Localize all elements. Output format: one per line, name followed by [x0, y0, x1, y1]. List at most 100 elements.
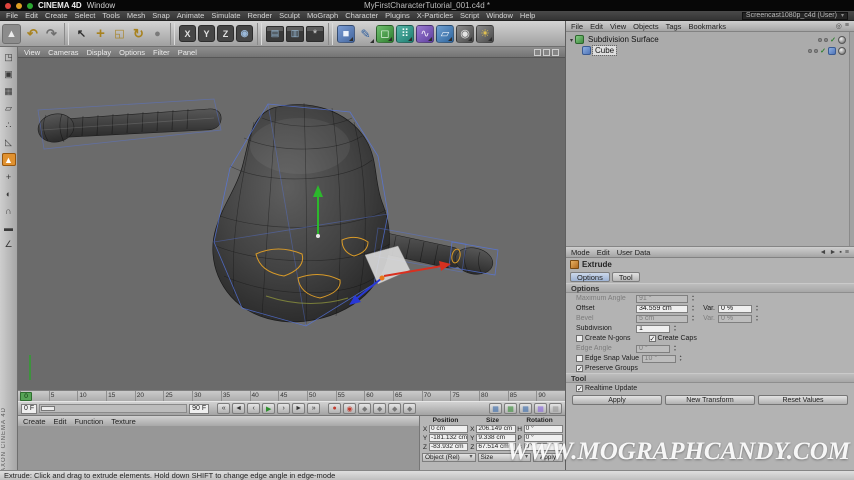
current-frame-field[interactable]: 0 F	[21, 403, 38, 414]
viewport-pane-toggle-icon-1[interactable]	[534, 48, 541, 56]
coordinate-system-button[interactable]: ◉	[236, 25, 253, 42]
menubar-item[interactable]: Help	[520, 11, 535, 20]
prev-key-button[interactable]: ◄	[232, 403, 246, 414]
play-button[interactable]: ▶	[262, 403, 276, 414]
object-manager-menu-item[interactable]: Tags	[666, 22, 682, 31]
points-mode-icon[interactable]: ∴	[2, 119, 16, 132]
attribute-menu-item[interactable]: Edit	[597, 248, 610, 257]
texture-mode-icon[interactable]: ▦	[2, 85, 16, 98]
add-spline-pen-button[interactable]: ✎	[356, 24, 375, 44]
undo-icon[interactable]: ↶	[23, 24, 42, 44]
render-visibility-dot[interactable]	[824, 37, 829, 42]
render-settings-button[interactable]: *	[306, 25, 324, 42]
attribute-menu-item[interactable]: Mode	[571, 248, 590, 257]
om-search-icon[interactable]: ◎	[836, 22, 842, 30]
menu-window[interactable]: Window	[87, 1, 115, 10]
menubar-item[interactable]: Render	[248, 11, 273, 20]
stepper-icon[interactable]	[754, 305, 760, 313]
viewport-menu-item[interactable]: View	[24, 48, 40, 57]
menubar-item[interactable]: Script	[460, 11, 479, 20]
rotate-tool-icon[interactable]: ↻	[129, 24, 148, 44]
menubar-item[interactable]: Create	[45, 11, 68, 20]
cube-tag-icon[interactable]	[828, 46, 836, 55]
apply-button[interactable]: Apply	[572, 395, 662, 405]
next-frame-button[interactable]: ›	[277, 403, 291, 414]
render-visibility-dot[interactable]	[814, 48, 819, 53]
tab-tool[interactable]: Tool	[611, 271, 640, 282]
enable-axis-icon[interactable]: +	[2, 170, 16, 183]
timeline-playhead[interactable]: 0	[20, 392, 32, 401]
viewport-pane-toggle-icon-3[interactable]	[552, 48, 559, 56]
live-selection-icon[interactable]: ↖	[72, 24, 91, 44]
phong-tag-icon[interactable]	[838, 46, 846, 55]
timeline-ruler[interactable]: 051015202530354045505560657075808590 0	[18, 390, 565, 401]
position-field[interactable]: -181.132 cm	[429, 434, 469, 442]
rotation-field[interactable]: 0 °	[523, 425, 563, 433]
smoothing-tag-icon[interactable]	[838, 35, 846, 44]
rotation-field[interactable]: 0 °	[523, 434, 563, 442]
am-options-icon[interactable]: ≡	[845, 249, 849, 256]
layout-dropdown[interactable]: Screencast1080p_c4d (User)	[741, 11, 848, 20]
material-manager-area[interactable]	[18, 426, 420, 470]
realtime-update-checkbox[interactable]	[576, 385, 583, 393]
history-back-icon[interactable]: ◄	[820, 249, 827, 256]
create-caps-checkbox[interactable]	[648, 335, 656, 343]
edge-angle-field[interactable]: 0 °	[636, 344, 670, 353]
playbar-option-icon-4[interactable]: ▦	[534, 403, 547, 414]
perspective-viewport[interactable]: View Cameras Display Options Filter Panel	[18, 47, 565, 390]
editor-visibility-dot[interactable]	[818, 37, 823, 42]
material-menu-item[interactable]: Create	[23, 417, 46, 426]
reset-values-button[interactable]: Reset Values	[758, 395, 848, 405]
lock-z-axis-button[interactable]: Z	[217, 25, 234, 42]
offset-field[interactable]: 34.559 cm	[636, 304, 688, 313]
coord-mode-dropdown[interactable]: Object (Rel)	[422, 453, 476, 462]
menubar-item[interactable]: Simulate	[211, 11, 240, 20]
edge-snap-checkbox[interactable]	[576, 355, 583, 362]
lock-y-axis-button[interactable]: Y	[198, 25, 215, 42]
attribute-menu-item[interactable]: User Data	[617, 248, 651, 257]
lock-icon[interactable]: ▪	[839, 249, 841, 256]
window-minimize-button[interactable]	[16, 2, 22, 9]
active-tool-extrude-icon[interactable]: ▲	[2, 23, 21, 44]
polygons-mode-icon[interactable]: ▲	[1, 153, 16, 166]
menubar-item[interactable]: Animate	[177, 11, 205, 20]
record-position-toggle[interactable]: ◆	[358, 403, 372, 414]
viewport-solo-icon[interactable]: ◐	[2, 187, 16, 200]
stepper-icon[interactable]	[678, 355, 684, 363]
goto-end-button[interactable]: »	[307, 403, 321, 414]
menubar-item[interactable]: Edit	[25, 11, 38, 20]
object-manager-menu-item[interactable]: Objects	[633, 22, 658, 31]
viewport-menu-item[interactable]: Panel	[178, 48, 197, 57]
playbar-option-icon-3[interactable]: ▦	[519, 403, 532, 414]
add-subdivision-surface-button[interactable]: ◻	[376, 24, 394, 43]
stepper-icon[interactable]	[690, 315, 696, 323]
range-slider-handle[interactable]	[41, 406, 56, 411]
new-transform-button[interactable]: New Transform	[665, 395, 755, 405]
redo-icon[interactable]: ↷	[42, 24, 61, 44]
menubar-item[interactable]: MoGraph	[307, 11, 338, 20]
viewport-menu-item[interactable]: Display	[87, 48, 112, 57]
enabled-checkmark[interactable]: ✓	[820, 47, 826, 55]
offset-variance-field[interactable]: 0 %	[718, 304, 752, 313]
playbar-option-icon-1[interactable]: ▦	[489, 403, 502, 414]
create-ngons-checkbox[interactable]	[576, 335, 583, 342]
add-deformer-button[interactable]: ∿	[416, 24, 434, 43]
menubar-item[interactable]: File	[6, 11, 18, 20]
make-editable-icon[interactable]: ◳	[2, 51, 16, 64]
model-mode-icon[interactable]: ▣	[2, 68, 16, 81]
stepper-icon[interactable]	[672, 345, 678, 353]
position-field[interactable]: 0 cm	[429, 425, 469, 433]
autokeying-button[interactable]: ◉	[343, 403, 357, 414]
prev-frame-button[interactable]: ‹	[247, 403, 261, 414]
object-tree-scrollbar[interactable]	[849, 32, 854, 246]
object-manager-menu-item[interactable]: File	[571, 22, 583, 31]
object-name[interactable]: Cube	[591, 45, 618, 56]
render-picture-viewer-button[interactable]: ▥	[286, 25, 304, 42]
size-field[interactable]: 9.338 cm	[476, 434, 516, 442]
move-tool-icon[interactable]: +	[91, 24, 110, 44]
record-scale-toggle[interactable]: ◆	[373, 403, 387, 414]
menubar-item[interactable]: Snap	[152, 11, 170, 20]
menubar-item[interactable]: Select	[75, 11, 96, 20]
snap-enable-icon[interactable]: ∩	[2, 204, 16, 217]
coords-apply-button[interactable]: Apply	[533, 453, 563, 462]
